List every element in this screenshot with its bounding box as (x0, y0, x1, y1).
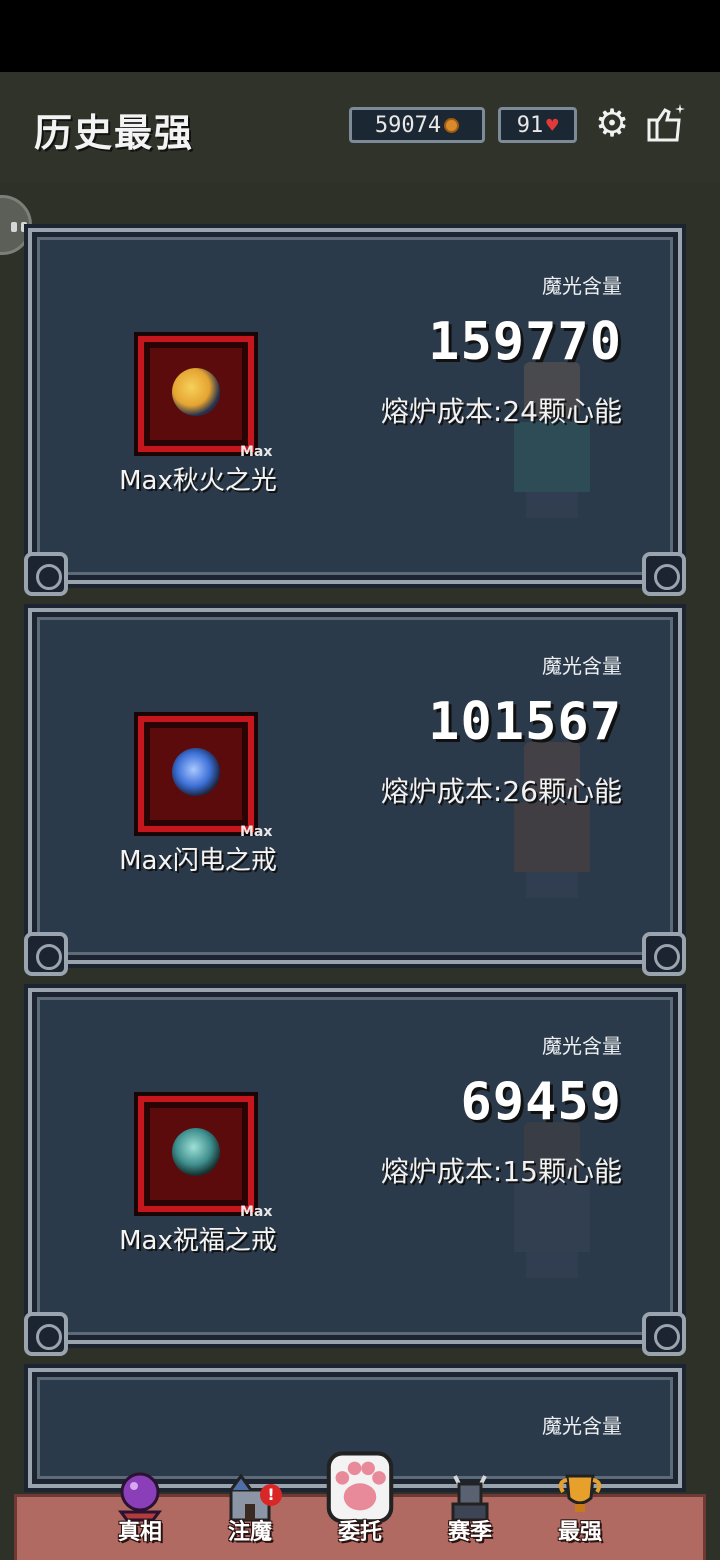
nav-label: 最强 (557, 1520, 602, 1545)
mana-value: 101567 (428, 692, 622, 752)
nav-tab-truth[interactable]: 真相 (100, 1470, 180, 1560)
character-silhouette (498, 362, 608, 522)
notification-badge: ! (260, 1484, 282, 1506)
gear-icon[interactable]: ⚙ (595, 104, 633, 142)
max-tag: Max (240, 1204, 273, 1220)
side-tab-eye-icon (11, 222, 17, 232)
record-card[interactable]: 魔光含量 69459 熔炉成本:15颗心能 Max Max祝福之戒 (24, 984, 686, 1356)
item-slot[interactable] (138, 716, 254, 832)
status-bar (0, 0, 720, 72)
fire-ring-icon (172, 368, 220, 416)
character-silhouette (498, 742, 608, 902)
nav-label: 赛季 (447, 1520, 492, 1545)
coin-counter[interactable]: 59074 (349, 107, 485, 143)
item-name: Max秋火之光 (119, 466, 277, 496)
furnace-cost: 熔炉成本:15颗心能 (380, 1155, 622, 1188)
nav-label: 注魔 (227, 1520, 272, 1545)
card-corner-ornament (24, 932, 68, 976)
card-corner-ornament (24, 1312, 68, 1356)
mana-value: 159770 (428, 312, 622, 372)
nav-tab-strongest[interactable]: 最强 (540, 1470, 620, 1560)
card-corner-ornament (642, 1312, 686, 1356)
mana-label: 魔光含量 (542, 1034, 622, 1058)
mana-value: 69459 (460, 1072, 622, 1132)
item-name: Max闪电之戒 (119, 846, 277, 876)
furnace-cost: 熔炉成本:26颗心能 (380, 775, 622, 808)
nav-tab-commission[interactable]: 委托 (320, 1451, 400, 1560)
side-tab-eye-icon (21, 222, 27, 232)
furnace-cost: 熔炉成本:24颗心能 (380, 395, 622, 428)
page-title: 历史最强 (34, 111, 195, 155)
card-corner-ornament (642, 932, 686, 976)
heart-counter[interactable]: 91 ♥ (498, 107, 577, 143)
heart-icon: ♥ (546, 113, 559, 137)
paw-icon (326, 1451, 394, 1524)
character-silhouette (498, 1122, 608, 1282)
max-tag: Max (240, 444, 273, 460)
blessing-ring-icon (172, 1128, 220, 1176)
header: 历史最强 59074 91 ♥ ⚙ (0, 72, 720, 182)
nav-tab-season[interactable]: 赛季 (430, 1470, 510, 1560)
coin-count: 59074 (374, 112, 442, 138)
nav-label: 委托 (337, 1520, 382, 1545)
item-slot[interactable] (138, 1096, 254, 1212)
nav-tab-enchant[interactable]: ! 注魔 (210, 1470, 290, 1560)
coin-icon (444, 117, 460, 133)
nav-label: 真相 (117, 1520, 162, 1545)
heart-count: 91 (516, 112, 544, 138)
max-tag: Max (240, 824, 273, 840)
mana-label: 魔光含量 (542, 1414, 622, 1438)
record-card[interactable]: 魔光含量 159770 熔炉成本:24颗心能 Max Max秋火之光 (24, 224, 686, 596)
record-card[interactable]: 魔光含量 101567 熔炉成本:26颗心能 Max Max闪电之戒 (24, 604, 686, 976)
item-name: Max祝福之戒 (119, 1226, 277, 1256)
thumbs-up-icon[interactable] (646, 102, 688, 144)
mana-label: 魔光含量 (542, 274, 622, 298)
lightning-ring-icon (172, 748, 220, 796)
card-corner-ornament (24, 552, 68, 596)
card-corner-ornament (642, 552, 686, 596)
item-slot[interactable] (138, 336, 254, 452)
mana-label: 魔光含量 (542, 654, 622, 678)
